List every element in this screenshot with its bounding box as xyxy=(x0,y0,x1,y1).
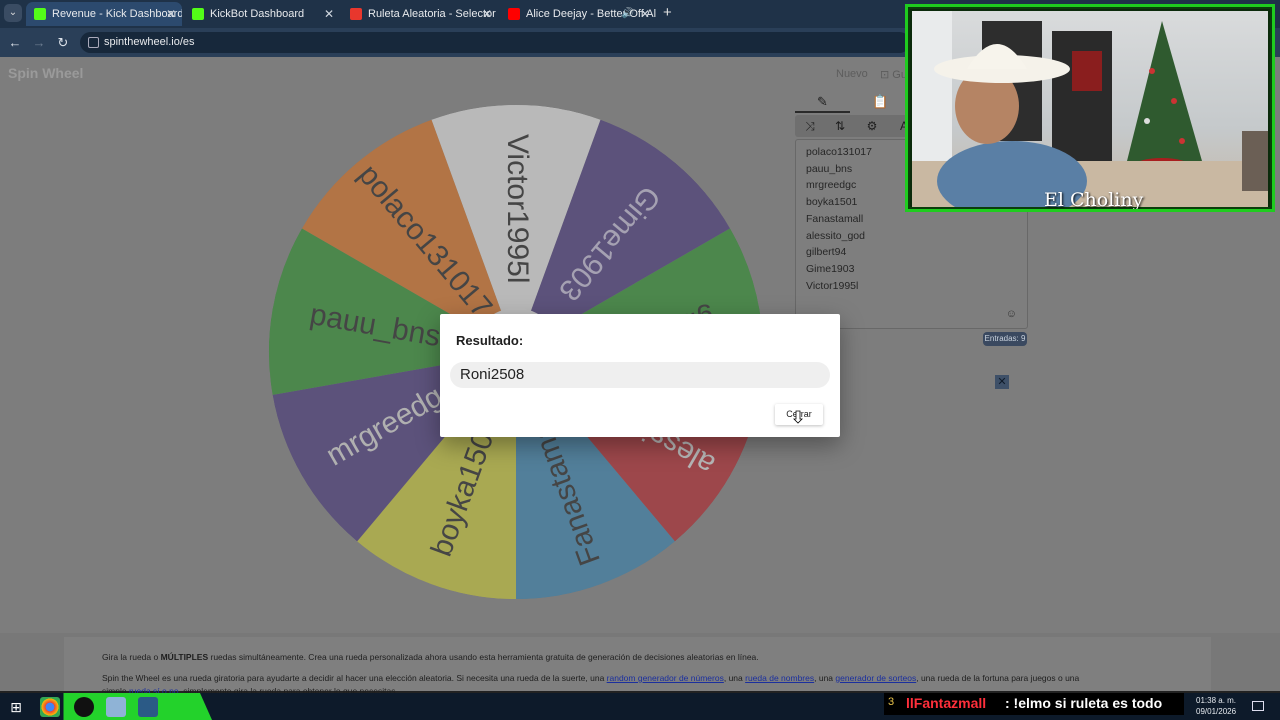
tab-title: Alice Deejay - Better Off Al xyxy=(526,8,656,20)
info-section: Gira la rueda o MÚLTIPLES ruedas simultá… xyxy=(0,633,1280,696)
results-tab-clipboard-icon[interactable]: 📋 xyxy=(853,91,908,113)
site-info-icon[interactable] xyxy=(88,37,99,48)
chrome-icon[interactable] xyxy=(40,697,60,717)
wheel-favicon-icon xyxy=(350,8,362,20)
info-text: Gira la rueda o xyxy=(102,652,161,662)
info-line-1: Gira la rueda o MÚLTIPLES ruedas simultá… xyxy=(102,652,759,662)
windows-start-icon[interactable]: ⊞ xyxy=(6,697,26,717)
kickbot-favicon-icon xyxy=(192,8,204,20)
sort-icon[interactable]: ⇅ xyxy=(825,115,855,137)
entry-item: alessito_god xyxy=(806,229,865,242)
entries-count-badge: Entradas: 9 xyxy=(983,332,1027,346)
tab-search-icon[interactable]: ⌄ xyxy=(4,4,22,22)
shuffle-icon[interactable]: ⤨ xyxy=(795,115,825,137)
new-tab-button[interactable]: + xyxy=(663,4,679,22)
info-text: , una xyxy=(723,673,746,683)
emoji-icon[interactable]: ☺ xyxy=(1006,308,1017,320)
raffle-generator-link[interactable]: generador de sorteos xyxy=(835,673,916,683)
entry-item: Gime1903 xyxy=(806,262,855,275)
obs-icon[interactable] xyxy=(74,697,94,717)
entry-item: gilbert94 xyxy=(806,246,847,259)
chat-message: : !elmo si ruleta es todo xyxy=(1005,695,1163,711)
number-generator-link[interactable]: random generador de números xyxy=(607,673,724,683)
kick-favicon-icon xyxy=(34,8,46,20)
info-line-2: Spin the Wheel es una rueda giratoria pa… xyxy=(102,673,1079,683)
save-button[interactable]: ⊡ Gu xyxy=(880,68,907,81)
tab-title: Ruleta Aleatoria - Selector Pers xyxy=(368,8,498,20)
streamer-name: El Choliny xyxy=(1044,189,1144,211)
tab-title: KickBot Dashboard xyxy=(210,8,305,20)
info-text: ruedas simultáneamente. Crea una rueda p… xyxy=(208,652,759,662)
entry-item: pauu_bns xyxy=(806,162,853,175)
info-card: Gira la rueda o MÚLTIPLES ruedas simultá… xyxy=(64,637,1211,696)
calculator-icon[interactable] xyxy=(138,697,158,717)
tab-youtube[interactable]: Alice Deejay - Better Off Al 🔊 ✕ xyxy=(500,2,656,26)
url-text: spinthewheel.io/es xyxy=(104,36,195,48)
speaker-icon[interactable]: 🔊 xyxy=(622,2,634,26)
dialog-title: Resultado: xyxy=(456,333,524,348)
tab-title: Revenue - Kick Dashboard xyxy=(52,8,182,20)
webcam-scene-image xyxy=(912,11,1268,209)
entry-item: boyka1501 xyxy=(806,196,858,209)
entries-toolbar: ⤨ ⇅ ⚙ A xyxy=(795,115,920,137)
sub-badge-icon: 3 xyxy=(888,696,895,708)
tab-kickbot[interactable]: KickBot Dashboard ✕ xyxy=(184,2,340,26)
close-tab-icon[interactable]: ✕ xyxy=(640,2,650,26)
info-text: Spin the Wheel es una rueda giratoria pa… xyxy=(102,673,607,683)
new-button[interactable]: Nuevo xyxy=(836,68,868,80)
youtube-favicon-icon xyxy=(508,8,520,20)
back-arrow-icon[interactable]: ← xyxy=(6,34,24,52)
app-icon[interactable] xyxy=(106,697,126,717)
system-clock[interactable]: 01:38 a. m. 09/01/2026 xyxy=(1196,695,1236,717)
close-tab-icon[interactable]: ✕ xyxy=(166,2,176,26)
notifications-icon[interactable] xyxy=(1252,701,1264,711)
clock-date: 09/01/2026 xyxy=(1196,707,1237,716)
url-bar[interactable]: spinthewheel.io/es xyxy=(80,32,910,53)
panel-tabs: ✎ 📋 xyxy=(795,91,905,113)
reload-icon[interactable]: ↻ xyxy=(54,34,72,52)
result-dialog: Resultado: Roni2508 Cerrar xyxy=(440,314,840,437)
webcam-video xyxy=(912,11,1268,209)
info-text: , una rueda de la fortuna para juegos o … xyxy=(916,673,1080,683)
chat-username: llFantazmall xyxy=(906,695,987,711)
site-logo[interactable]: Spin Wheel xyxy=(8,65,83,81)
save-icon: ⊡ xyxy=(880,69,893,81)
entry-item: Victor1995l xyxy=(806,279,859,292)
entry-item: polaco131017 xyxy=(806,146,872,158)
forward-arrow-icon[interactable]: → xyxy=(30,34,48,52)
clock-time: 01:38 a. m. xyxy=(1196,696,1237,705)
tab-ruleta[interactable]: Ruleta Aleatoria - Selector Pers ✕ xyxy=(342,2,498,26)
webcam-overlay: El Choliny xyxy=(905,4,1275,212)
chat-overlay: 3 llFantazmall : !elmo si ruleta es todo xyxy=(884,693,1184,715)
entry-item: Fanastamall xyxy=(806,212,864,225)
name-wheel-link[interactable]: rueda de nombres xyxy=(745,673,814,683)
close-tab-icon[interactable]: ✕ xyxy=(482,2,492,26)
close-tab-icon[interactable]: ✕ xyxy=(324,2,334,26)
info-text: , una xyxy=(814,673,836,683)
entry-item: mrgreedgc xyxy=(806,179,857,192)
settings-gear-icon[interactable]: ⚙ xyxy=(857,115,887,137)
tab-revenue-kick[interactable]: Revenue - Kick Dashboard ✕ xyxy=(26,2,182,26)
close-ad-icon[interactable]: ✕ xyxy=(995,375,1009,389)
info-bold: MÚLTIPLES xyxy=(160,652,209,662)
edit-tab-pencil-icon[interactable]: ✎ xyxy=(795,91,850,113)
mouse-cursor-icon xyxy=(793,410,803,424)
result-value: Roni2508 xyxy=(450,362,830,388)
